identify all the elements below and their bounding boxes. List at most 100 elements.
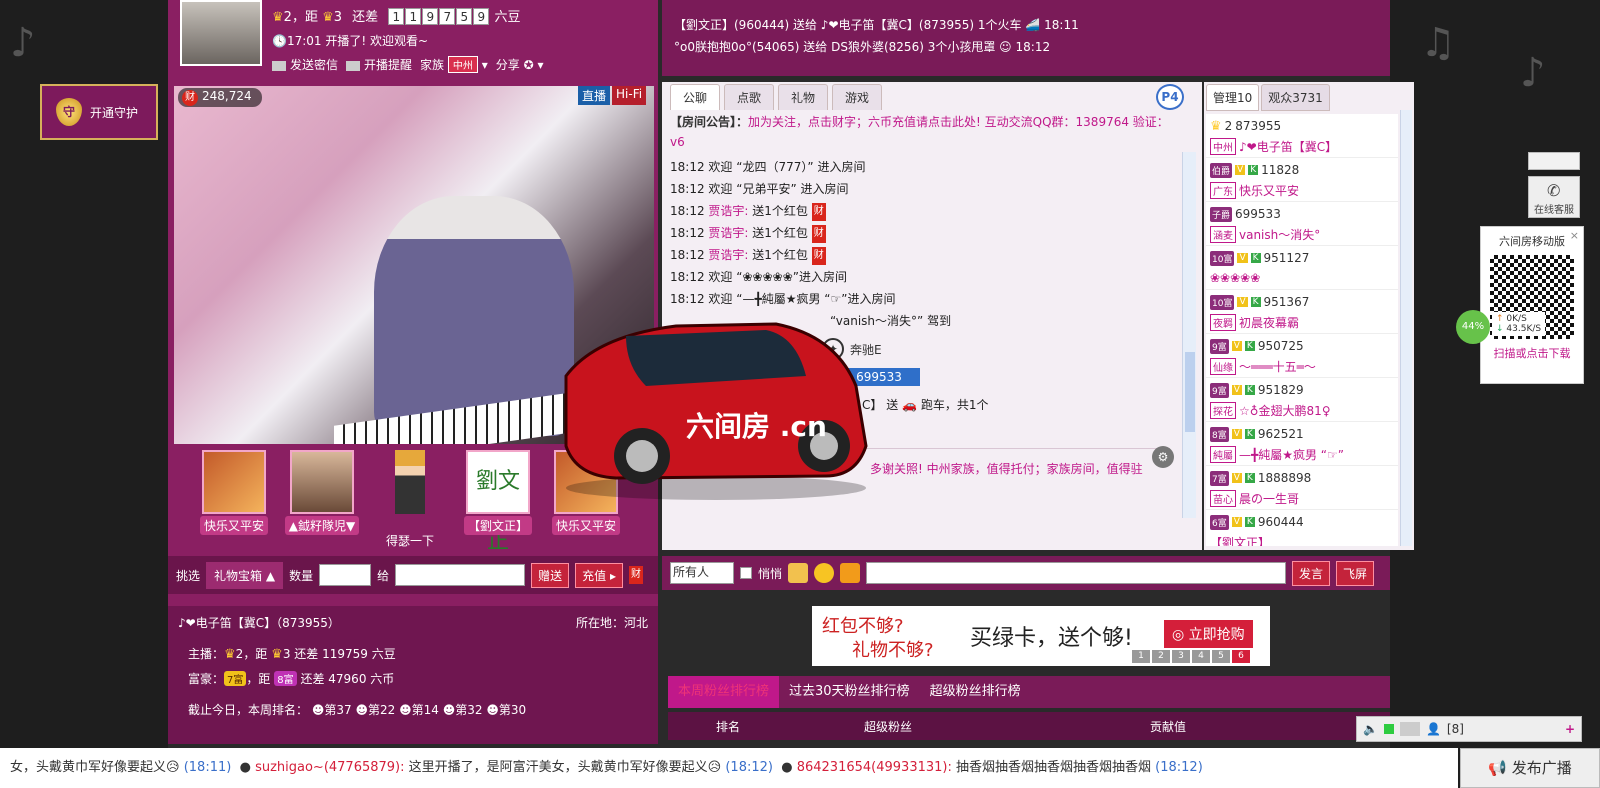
share-link[interactable]: 分享 ✪ ▾ — [496, 56, 544, 73]
plus-icon[interactable]: + — [1565, 722, 1575, 736]
tab-admins[interactable]: 管理10 — [1206, 84, 1260, 111]
cai-icon[interactable]: 财 — [811, 202, 826, 221]
ticker-user[interactable]: 864231654(49933131): — [797, 760, 952, 775]
rank-item[interactable]: 第37 — [324, 703, 351, 717]
tab-30day-rank[interactable]: 过去30天粉丝排行榜 — [779, 676, 920, 708]
pager-dot[interactable]: 1 — [1132, 650, 1150, 663]
fan-name: 快乐又平安 — [551, 516, 620, 535]
fan-card[interactable]: ▲鉞籽隊児▼ — [282, 450, 362, 554]
gift-pick-label[interactable]: 挑选 — [176, 567, 200, 584]
user-row[interactable]: 10富 V K 951367 夜羁 初晨夜幕霸 — [1206, 290, 1398, 334]
family-link[interactable]: 家族 中州 ▾ — [420, 56, 488, 73]
rank-item[interactable]: 第32 — [455, 703, 482, 717]
tab-public-chat[interactable]: 公聊 — [670, 84, 721, 110]
user-row[interactable]: 8富 V K 962521 純屬 —╋純屬★疯男 “☞” — [1206, 422, 1398, 466]
user-row[interactable]: 7富 V K 1888898 苗心 晨の一生哥 — [1206, 466, 1398, 510]
user-row[interactable]: 9富 V K 951829 探花 ☆♁金翅大鹏81♀ — [1206, 378, 1398, 422]
fan-rank-tabs: 本周粉丝排行榜 过去30天粉丝排行榜 超级粉丝排行榜 — [668, 676, 1390, 708]
tab-hifi[interactable]: Hi-Fi — [612, 86, 647, 105]
tab-week-rank[interactable]: 本周粉丝排行榜 — [668, 676, 780, 708]
pager-dot[interactable]: 6 — [1232, 650, 1250, 663]
tab-super-fans[interactable]: 超级粉丝排行榜 — [920, 676, 1031, 708]
rank-item[interactable]: 第22 — [368, 703, 395, 717]
user-row[interactable]: 伯爵 V K 11828 广东 快乐又平安 — [1206, 158, 1398, 202]
scan-download-link[interactable]: 扫描或点击下载 — [1481, 345, 1583, 361]
rank-item[interactable]: 第14 — [412, 703, 439, 717]
chat-line: 18:12 贾诰宇: 送1个红包 财 — [670, 200, 1160, 222]
gift-feed-item: 【劉文正】(960444) 送给 ♪❤电子笛【冀C】(873955) 1个火车 … — [674, 18, 1079, 32]
user-id: 962521 — [1257, 427, 1304, 441]
wealth-icon: 财 — [182, 90, 198, 106]
send-message-link[interactable]: 发送密信 — [272, 56, 338, 73]
room-notice[interactable]: 【房间公告】：加为关注，点击财字；六币充值请点击此处! 互动交流QQ群：1389… — [670, 112, 1170, 152]
fan-card[interactable]: 劉文正 【劉文正】 — [458, 450, 538, 554]
fan-name: ▲鉞籽隊児▼ — [284, 516, 360, 535]
fly-screen-button[interactable]: 飞屏 — [1336, 560, 1375, 586]
pager-dot[interactable]: 3 — [1172, 650, 1190, 663]
k-icon: K — [1250, 253, 1261, 263]
color-text-icon[interactable] — [840, 563, 861, 583]
recipient-input[interactable] — [395, 564, 526, 586]
user-row[interactable]: 10富 V K 951127 ❀❀❀❀❀ — [1206, 246, 1398, 290]
smiley-icon[interactable] — [814, 563, 835, 583]
recipient-select[interactable]: 所有人 — [670, 562, 734, 584]
chat-input[interactable] — [866, 562, 1287, 584]
whisper-checkbox[interactable] — [740, 567, 752, 579]
green-card-banner[interactable]: 红包不够? 礼物不够? 买绿卡，送个够! ◎ 立即抢购 123456 — [812, 606, 1270, 666]
car-logo-text: 六间房 .cn — [686, 410, 827, 443]
chat-scrollbar[interactable] — [1182, 152, 1196, 518]
qty-input[interactable] — [319, 564, 372, 586]
crown-icon: ♛ — [224, 647, 236, 662]
online-service-button[interactable]: ✆ 在线客服 — [1528, 176, 1580, 218]
user-scrollbar[interactable] — [1400, 110, 1412, 546]
gift-box-tab[interactable]: 礼物宝箱 ▲ — [206, 561, 284, 589]
user-row[interactable]: 6富 V K 960444 【劉文正】 — [1206, 510, 1398, 546]
tab-live[interactable]: 直播 — [578, 86, 611, 105]
close-icon[interactable]: × — [1570, 229, 1579, 242]
music-note-icon: ♪ — [10, 20, 36, 66]
recharge-button[interactable]: 充值 ▸ — [575, 562, 623, 588]
live-alert-link[interactable]: 开播提醒 — [346, 56, 412, 73]
tab-gifts[interactable]: 礼物 — [778, 84, 829, 110]
buy-now-button[interactable]: ◎ 立即抢购 — [1164, 620, 1253, 648]
to-label: 给 — [377, 568, 390, 583]
window-icon[interactable] — [1399, 722, 1420, 736]
cai-icon[interactable]: 财 — [628, 566, 643, 584]
p4-badge[interactable]: P4 — [1156, 84, 1184, 110]
user-row[interactable]: 子爵 699533 涵麦 vanish〜消失° — [1206, 202, 1398, 246]
mobile-app-card[interactable]: 六间房移动版 × 扫描或点击下载 — [1480, 226, 1584, 384]
cai-icon[interactable]: 财 — [811, 224, 826, 243]
gear-icon[interactable]: ⚙ — [1152, 446, 1174, 468]
user-row[interactable]: 9富 V K 950725 仙缘 〜═══十五═〜 — [1206, 334, 1398, 378]
pager-dot[interactable]: 2 — [1152, 650, 1170, 663]
cai-icon[interactable]: 财 — [811, 246, 826, 265]
fan-card[interactable]: 得瑟一下 — [370, 450, 450, 554]
tab-games[interactable]: 游戏 — [832, 84, 883, 110]
chat-line: 18:12 贾诰宇: 送1个红包 财 — [670, 222, 1160, 244]
user-name: 快乐又平安 — [1239, 183, 1300, 198]
scroll-thumb[interactable] — [1185, 352, 1195, 432]
banner-pager: 123456 — [1132, 650, 1250, 663]
fan-card[interactable]: 快乐又平安 — [194, 450, 274, 554]
network-stats: ↑ 0K/S ↓ 43.5K/S — [1492, 312, 1546, 336]
tab-audience[interactable]: 观众3731 — [1261, 84, 1330, 111]
user-level: 2 — [1224, 119, 1233, 133]
toolbar-mini: 🔈 👤 [8] + — [1356, 716, 1582, 742]
publish-broadcast-button[interactable]: 📢 发布广播 — [1460, 748, 1600, 788]
side-blank-button[interactable] — [1528, 152, 1580, 170]
speaker-icon[interactable]: 🔈 — [1363, 722, 1378, 736]
send-gift-button[interactable]: 赠送 — [531, 562, 570, 588]
user-row[interactable]: ♛ 2 873955 中州 ♪❤电子笛【冀C】 — [1206, 114, 1398, 158]
crown-icon: ♛ — [271, 647, 283, 662]
gift-icon[interactable] — [788, 563, 809, 583]
pager-dot[interactable]: 5 — [1212, 650, 1230, 663]
send-chat-button[interactable]: 发言 — [1292, 560, 1331, 586]
user-name: ❀❀❀❀❀ — [1210, 271, 1261, 285]
anchor-name[interactable]: ♪❤电子笛【冀C】（873955） — [178, 614, 340, 631]
open-guard-button[interactable]: 守 开通守护 — [40, 84, 158, 140]
host-avatar[interactable] — [180, 0, 262, 66]
pager-dot[interactable]: 4 — [1192, 650, 1210, 663]
ticker-user[interactable]: suzhigao~(47765879): — [255, 760, 404, 775]
tab-song-request[interactable]: 点歌 — [724, 84, 775, 110]
rank-item[interactable]: 第30 — [499, 703, 526, 717]
